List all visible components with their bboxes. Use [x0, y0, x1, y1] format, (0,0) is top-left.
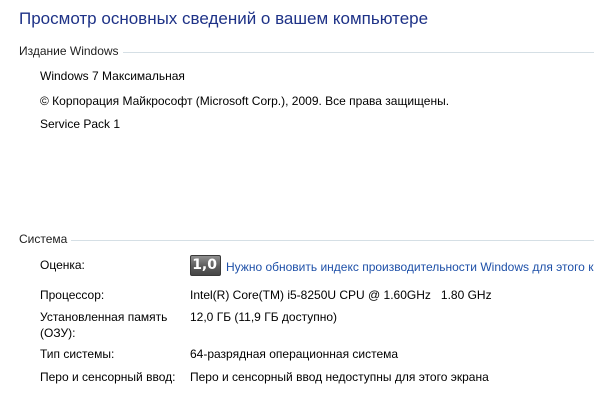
edition-section-header: Издание Windows — [19, 44, 594, 60]
processor-label: Процессор: — [40, 288, 105, 302]
system-section-header: Система — [19, 232, 594, 248]
rating-label: Оценка: — [40, 258, 85, 272]
pen-touch-value: Перо и сенсорный ввод недоступны для это… — [190, 370, 489, 384]
performance-index-score: 1,0 — [192, 257, 217, 273]
update-performance-index-link[interactable]: Нужно обновить индекс производительности… — [226, 260, 593, 274]
system-section-label: Система — [19, 232, 72, 246]
performance-index-badge: 1,0 — [190, 255, 221, 276]
system-type-value: 64-разрядная операционная система — [190, 347, 399, 361]
memory-value: 12,0 ГБ (11,9 ГБ доступно) — [190, 310, 337, 324]
section-divider — [19, 240, 594, 241]
memory-label: Установленная память (ОЗУ): — [40, 310, 168, 340]
processor-value: Intel(R) Core(TM) i5-8250U CPU @ 1.60GHz… — [190, 288, 492, 302]
edition-section-label: Издание Windows — [19, 44, 123, 58]
page-title: Просмотр основных сведений о вашем компь… — [19, 9, 429, 28]
system-type-label: Тип системы: — [40, 347, 115, 361]
edition-service-pack: Service Pack 1 — [40, 117, 121, 131]
edition-name: Windows 7 Максимальная — [40, 69, 185, 83]
pen-touch-label: Перо и сенсорный ввод: — [40, 370, 176, 384]
edition-copyright: © Корпорация Майкрософт (Microsoft Corp.… — [40, 94, 450, 108]
